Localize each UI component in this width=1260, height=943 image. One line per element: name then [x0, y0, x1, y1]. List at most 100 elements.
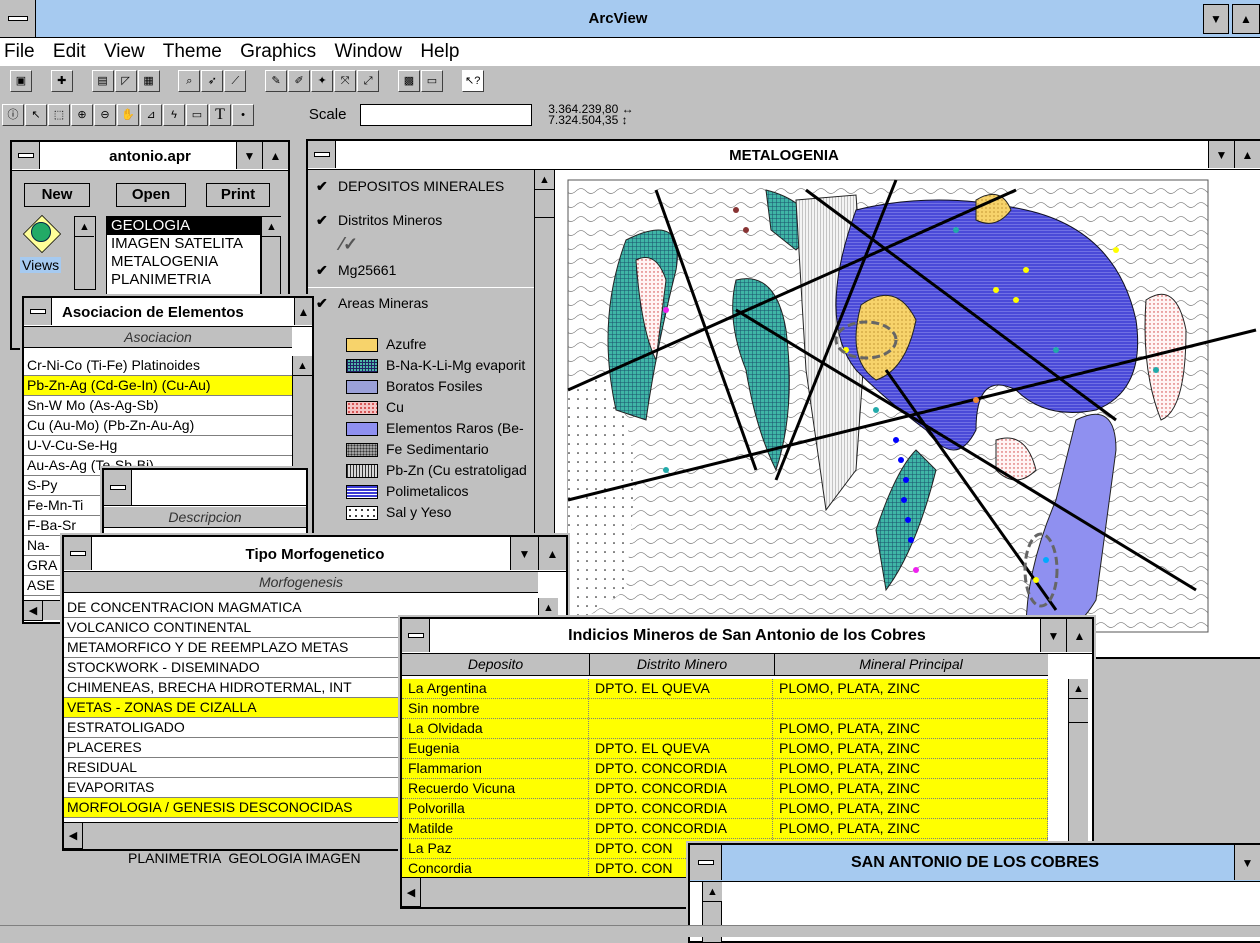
descripcion-title-bar[interactable]	[104, 470, 306, 506]
app-maximize-button[interactable]: ▲	[1232, 4, 1260, 34]
indicios-row[interactable]: Eugenia DPTO. EL QUEVA PLOMO, PLATA, ZINC	[402, 739, 1048, 759]
project-maximize-button[interactable]: ▲	[262, 142, 288, 169]
toc-theme-depositos[interactable]: ✔ DEPOSITOS MINERALES	[308, 178, 504, 195]
indicios-row[interactable]: Sin nombre	[402, 699, 1048, 719]
text-tool-icon[interactable]: T	[209, 104, 231, 126]
indicios-row[interactable]: Matilde DPTO. CONCORDIA PLOMO, PLATA, ZINC	[402, 819, 1048, 839]
indicios-row[interactable]: La Argentina DPTO. EL QUEVA PLOMO, PLATA, …	[402, 679, 1048, 699]
scroll-up-arrow-icon[interactable]: ▲	[262, 217, 281, 237]
print-icon[interactable]: ▭	[420, 70, 443, 92]
menu-theme[interactable]: Theme	[163, 41, 222, 62]
morfogenetico-maximize-button[interactable]: ▲	[538, 537, 566, 570]
locate-icon[interactable]: ➶	[201, 70, 224, 92]
metalogenia-maximize-button[interactable]: ▲	[1234, 141, 1260, 168]
indicios-minimize-button[interactable]: ▼	[1040, 619, 1066, 652]
new-button[interactable]: New	[24, 183, 90, 207]
descripcion-column-header[interactable]: Descripcion	[104, 507, 306, 528]
add-theme-icon[interactable]: ✚	[50, 70, 73, 92]
find-icon[interactable]: ⌕	[178, 70, 201, 92]
column-header-mineral[interactable]: Mineral Principal	[775, 654, 1047, 675]
scroll-thumb[interactable]	[1069, 699, 1088, 723]
print-button[interactable]: Print	[206, 183, 270, 207]
asociacion-column-header[interactable]: Asociacion	[24, 327, 292, 348]
menu-file[interactable]: File	[4, 41, 35, 62]
morfogenetico-column-header[interactable]: Morfogenesis	[64, 572, 538, 593]
sanantonio-system-menu[interactable]	[690, 845, 722, 880]
minimized-views-labels[interactable]: PLANIMETRIA GEOLOGIA IMAGEN	[128, 850, 361, 866]
column-header-deposito[interactable]: Deposito	[402, 654, 590, 675]
theme-checkbox[interactable]: ✔	[316, 178, 334, 195]
vertex-edit-icon[interactable]: ⬚	[48, 104, 70, 126]
asociacion-row[interactable]: U-V-Cu-Se-Hg	[24, 436, 292, 456]
asociacion-row[interactable]: Pb-Zn-Ag (Cd-Ge-In) (Cu-Au)	[24, 376, 292, 396]
toc-theme-areas[interactable]: ✔ Areas Mineras	[308, 295, 428, 312]
metalogenia-title-bar[interactable]: METALOGENIA	[308, 141, 1260, 170]
scroll-left-arrow-icon[interactable]: ◀	[402, 878, 421, 907]
measure-icon[interactable]: ⟋	[224, 70, 247, 92]
scroll-up-arrow-icon[interactable]: ▲	[703, 882, 722, 902]
asociacion-maximize-button[interactable]: ▲	[294, 298, 312, 325]
zoomout-tool-icon[interactable]: ⊖	[94, 104, 116, 126]
morfogenetico-row[interactable]: DE CONCENTRACION MAGMATICA	[64, 598, 538, 618]
scroll-left-arrow-icon[interactable]: ◀	[64, 823, 83, 849]
open-button[interactable]: Open	[116, 183, 186, 207]
sanantonio-title-bar[interactable]: SAN ANTONIO DE LOS COBRES	[690, 845, 1260, 882]
metalogenia-minimize-button[interactable]: ▼	[1208, 141, 1234, 168]
indicios-system-menu[interactable]	[402, 619, 430, 652]
menu-edit[interactable]: Edit	[53, 41, 86, 62]
asociacion-system-menu[interactable]	[24, 298, 52, 325]
save-icon[interactable]: ▣	[10, 70, 32, 92]
layout-icon[interactable]: ▩	[397, 70, 420, 92]
asociacion-row[interactable]: Sn-W Mo (As-Ag-Sb)	[24, 396, 292, 416]
asociacion-row[interactable]: Cr-Ni-Co (Ti-Fe) Platinoides	[24, 356, 292, 376]
scroll-up-arrow-icon[interactable]: ▲	[1069, 679, 1088, 699]
zoom-in-icon[interactable]: ⤧	[334, 70, 357, 92]
select-icon[interactable]: ◸	[114, 70, 137, 92]
help-cursor-icon[interactable]: ↖?	[461, 70, 484, 92]
scroll-up-arrow-icon[interactable]: ▲	[75, 217, 94, 237]
scale-input[interactable]	[360, 104, 533, 126]
indicios-row[interactable]: Polvorilla DPTO. CONCORDIA PLOMO, PLATA, Z…	[402, 799, 1048, 819]
asociacion-row[interactable]: Cu (Au-Mo) (Pb-Zn-Au-Ag)	[24, 416, 292, 436]
theme-checkbox[interactable]: ✔	[316, 262, 334, 279]
views-label[interactable]: Views	[20, 257, 62, 273]
view-item-metalogenia[interactable]: METALOGENIA	[107, 253, 260, 271]
draw-point-icon[interactable]: •	[232, 104, 254, 126]
menu-help[interactable]: Help	[420, 41, 459, 62]
app-minimize-button[interactable]: ▼	[1203, 4, 1229, 34]
zoomin-tool-icon[interactable]: ⊕	[71, 104, 93, 126]
theme-checkbox[interactable]: ✔	[316, 212, 334, 229]
pan-icon[interactable]: ✋	[117, 104, 139, 126]
hotlink-icon[interactable]: ϟ	[163, 104, 185, 126]
menu-graphics[interactable]: Graphics	[240, 41, 316, 62]
theme-checkbox[interactable]: ✔	[316, 295, 334, 312]
menu-window[interactable]: Window	[334, 41, 402, 62]
properties-icon[interactable]: ▤	[91, 70, 114, 92]
zoom-full-icon[interactable]: ✎	[265, 70, 288, 92]
view-item-geologia[interactable]: GEOLOGIA	[107, 217, 260, 235]
toc-theme-mg25661[interactable]: ✔ Mg25661	[308, 262, 396, 279]
scroll-left-arrow-icon[interactable]: ◀	[24, 601, 43, 621]
table-icon[interactable]: ▦	[137, 70, 160, 92]
column-header-distrito[interactable]: Distrito Minero	[590, 654, 775, 675]
project-minimize-button[interactable]: ▼	[236, 142, 262, 169]
morfogenetico-system-menu[interactable]	[64, 537, 92, 570]
scroll-thumb[interactable]	[535, 190, 554, 218]
measure-tool-icon[interactable]: ⊿	[140, 104, 162, 126]
metalogenia-system-menu[interactable]	[308, 141, 336, 168]
indicios-title-bar[interactable]: Indicios Mineros de San Antonio de los C…	[402, 619, 1092, 654]
project-doc-scrollbar[interactable]: ▲	[74, 216, 96, 290]
indicios-maximize-button[interactable]: ▲	[1066, 619, 1092, 652]
menu-view[interactable]: View	[104, 41, 145, 62]
area-of-interest-icon[interactable]: ▭	[186, 104, 208, 126]
zoom-out-icon[interactable]: ⤢	[357, 70, 380, 92]
sanantonio-minimize-button[interactable]: ▼	[1234, 845, 1260, 880]
indicios-row[interactable]: La Olvidada PLOMO, PLATA, ZINC	[402, 719, 1048, 739]
project-system-menu[interactable]	[12, 142, 40, 169]
scroll-up-arrow-icon[interactable]: ▲	[293, 356, 312, 376]
asociacion-title-bar[interactable]: Asociacion de Elementos	[24, 298, 312, 327]
zoom-selected-icon[interactable]: ✦	[311, 70, 334, 92]
scroll-up-arrow-icon[interactable]: ▲	[535, 170, 554, 190]
scroll-up-arrow-icon[interactable]: ▲	[539, 598, 558, 618]
view-item-planimetria[interactable]: PLANIMETRIA	[107, 271, 260, 289]
